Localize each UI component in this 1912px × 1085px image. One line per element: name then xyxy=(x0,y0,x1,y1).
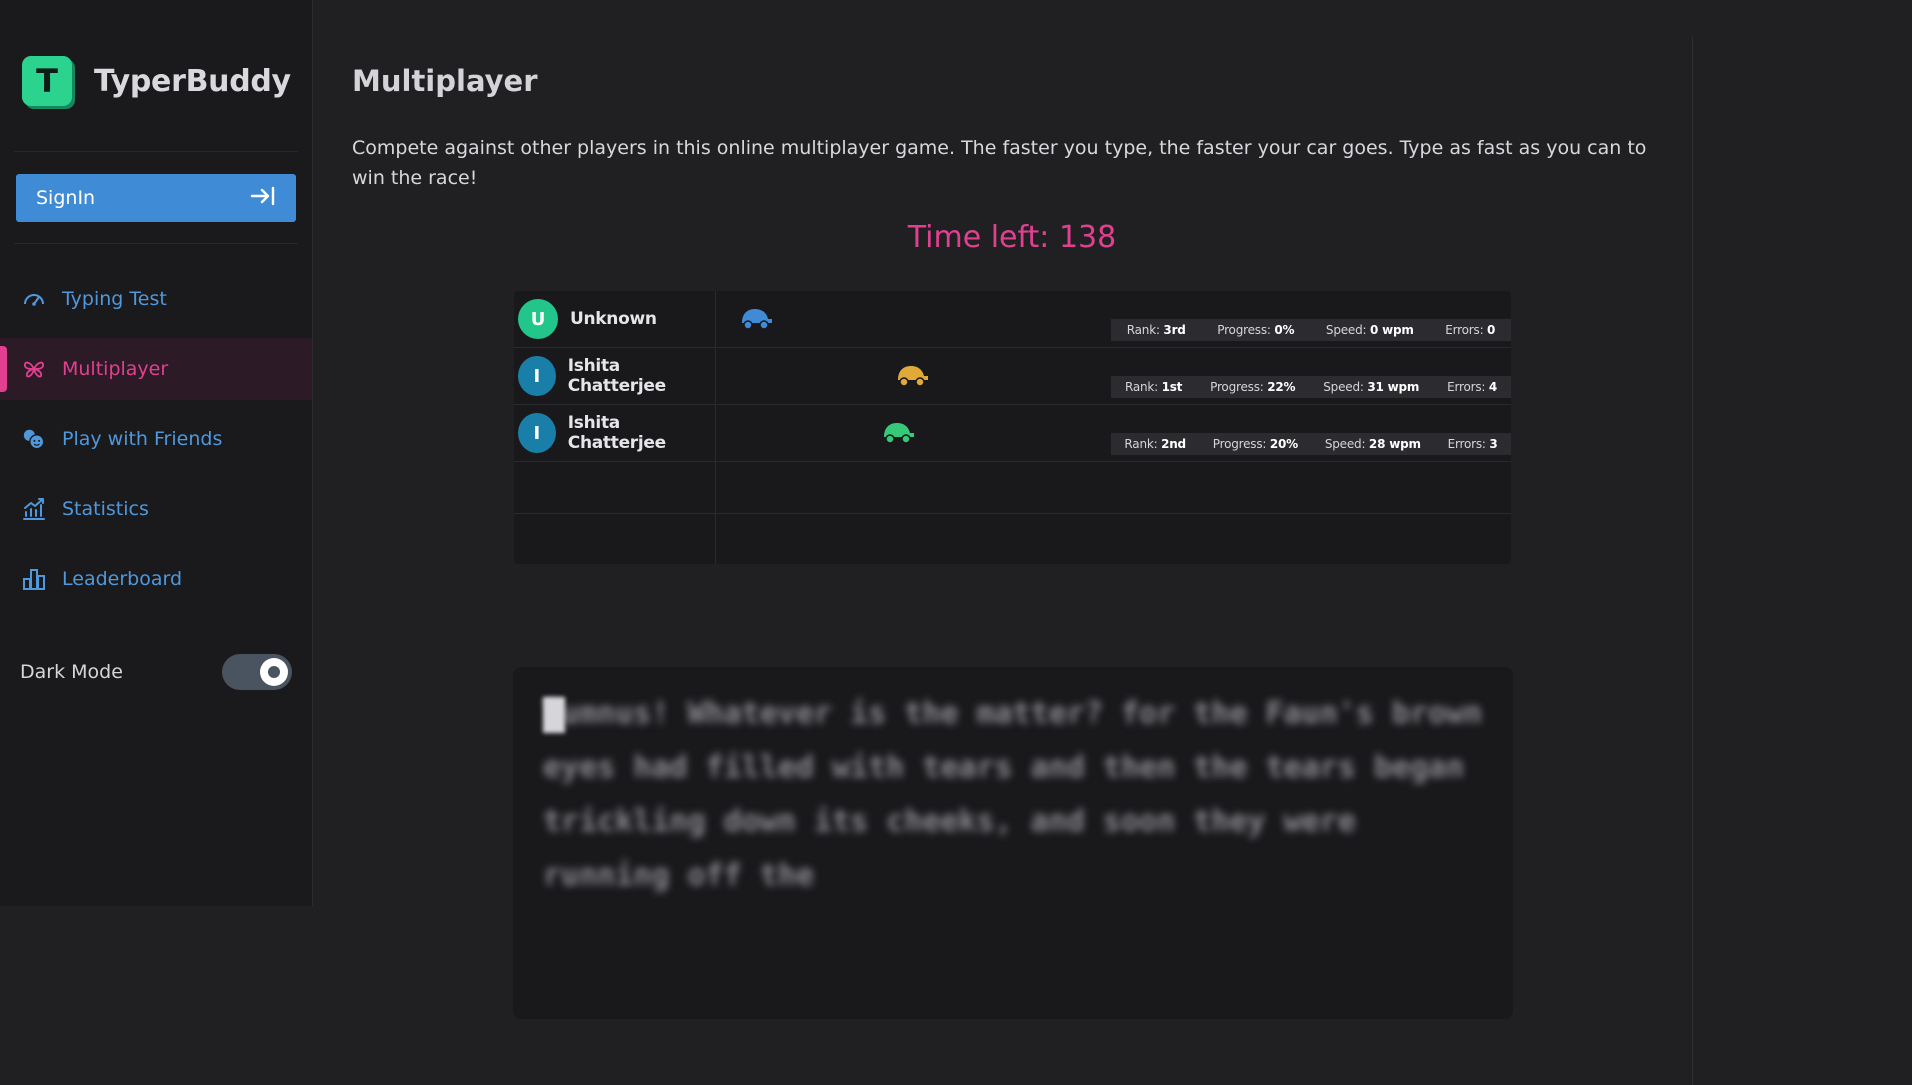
bar-chart-icon xyxy=(22,567,46,591)
empty-race-lane xyxy=(514,462,1511,514)
player-cell: I Ishita Chatterjee xyxy=(514,348,716,404)
rank-stat: Rank: 3rd xyxy=(1126,323,1186,337)
errors-stat: Errors: 4 xyxy=(1447,380,1498,394)
player-name: Ishita Chatterjee xyxy=(567,356,666,396)
toggle-knob xyxy=(260,658,288,686)
rank-stat: Rank: 2nd xyxy=(1124,437,1186,451)
right-divider xyxy=(1692,36,1693,1085)
speed-stat: Speed: 0 wpm xyxy=(1325,323,1414,337)
signin-label: SignIn xyxy=(36,187,96,209)
avatar: U xyxy=(518,299,558,339)
player-stats: Rank: 2nd Progress: 20% Speed: 28 wpm Er… xyxy=(1111,433,1511,455)
player-name: Ishita Chatterjee xyxy=(567,413,666,453)
nav-item-statistics[interactable]: Statistics xyxy=(0,478,312,540)
nav-label: Statistics xyxy=(62,498,149,520)
race-track: U Unknown Rank: 3rd Progress: 0% Speed: … xyxy=(514,291,1511,564)
app-logo: T xyxy=(22,56,72,106)
dark-mode-row: Dark Mode xyxy=(20,653,292,691)
race-lane: I Ishita Chatterjee Rank: 2nd Progress: … xyxy=(514,405,1511,462)
nav-item-typing-test[interactable]: Typing Test xyxy=(0,268,312,330)
progress-stat: Progress: 0% xyxy=(1217,323,1295,337)
player-cell: U Unknown xyxy=(514,291,716,347)
friends-icon xyxy=(22,427,46,451)
app-name: TyperBuddy xyxy=(94,63,291,99)
time-left: Time left: 138 xyxy=(907,220,1117,255)
car-icon xyxy=(898,366,929,387)
nav-label: Multiplayer xyxy=(62,358,169,380)
player-name: Unknown xyxy=(570,309,657,329)
butterfly-icon xyxy=(22,357,46,381)
nav-label: Leaderboard xyxy=(62,568,183,590)
progress-stat: Progress: 20% xyxy=(1212,437,1298,451)
divider xyxy=(14,151,298,152)
nav-item-multiplayer[interactable]: Multiplayer xyxy=(0,338,312,400)
race-lane: U Unknown Rank: 3rd Progress: 0% Speed: … xyxy=(514,291,1511,348)
dark-mode-toggle[interactable] xyxy=(222,654,292,690)
chart-line-icon xyxy=(22,497,46,521)
brand[interactable]: T TyperBuddy xyxy=(22,56,291,106)
nav-label: Play with Friends xyxy=(62,428,223,450)
text-cursor xyxy=(543,697,565,733)
empty-player-cell xyxy=(514,514,716,564)
errors-stat: Errors: 0 xyxy=(1445,323,1496,337)
typing-text: Tumnus! Whatever is the matter? for the … xyxy=(543,696,1483,893)
nav-label: Typing Test xyxy=(62,288,167,310)
typing-area[interactable]: Tumnus! Whatever is the matter? for the … xyxy=(513,667,1513,1019)
player-stats: Rank: 3rd Progress: 0% Speed: 0 wpm Erro… xyxy=(1111,319,1511,341)
car-icon xyxy=(742,309,772,330)
race-lane: I Ishita Chatterjee Rank: 1st Progress: … xyxy=(514,348,1511,405)
speed-stat: Speed: 31 wpm xyxy=(1323,380,1420,394)
divider xyxy=(14,243,298,244)
nav-item-play-with-friends[interactable]: Play with Friends xyxy=(0,408,312,470)
speed-stat: Speed: 28 wpm xyxy=(1324,437,1421,451)
player-cell: I Ishita Chatterjee xyxy=(514,405,716,461)
sidebar: T TyperBuddy SignIn Typing Test Multipla… xyxy=(0,0,313,906)
errors-stat: Errors: 3 xyxy=(1447,437,1498,451)
empty-player-cell xyxy=(514,462,716,513)
player-stats: Rank: 1st Progress: 22% Speed: 31 wpm Er… xyxy=(1111,376,1511,398)
avatar: I xyxy=(518,413,556,453)
signin-button[interactable]: SignIn xyxy=(16,174,296,222)
dark-mode-label: Dark Mode xyxy=(20,661,123,683)
car-icon xyxy=(884,423,914,444)
page-description: Compete against other players in this on… xyxy=(352,137,1647,189)
page-title: Multiplayer xyxy=(352,64,538,98)
nav-item-leaderboard[interactable]: Leaderboard xyxy=(0,548,312,610)
arrow-to-right-icon xyxy=(250,185,276,212)
rank-stat: Rank: 1st xyxy=(1124,380,1183,394)
speedometer-icon xyxy=(22,287,46,311)
progress-stat: Progress: 22% xyxy=(1210,380,1296,394)
empty-race-lane xyxy=(514,514,1511,564)
avatar: I xyxy=(518,356,556,396)
